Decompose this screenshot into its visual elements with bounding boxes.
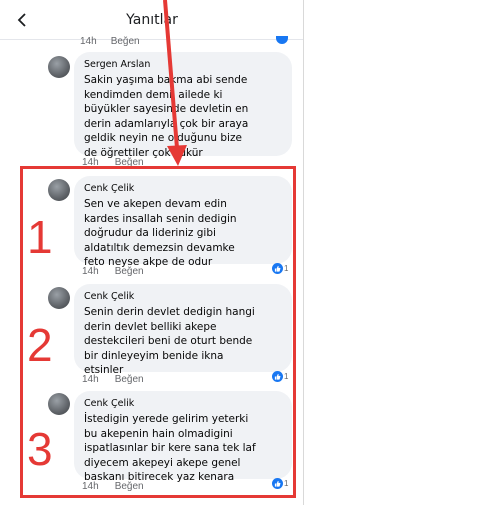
annotation-number-2: 2 — [27, 319, 53, 371]
replies-screen: Yanıtlar 14h Beğen Sergen Arslan Sakin y… — [0, 0, 304, 505]
annotation-number-3: 3 — [27, 423, 53, 475]
annotation-number-1: 1 — [27, 211, 53, 263]
annotation-highlight-box — [20, 166, 296, 498]
annotation-arrow — [163, 0, 187, 166]
